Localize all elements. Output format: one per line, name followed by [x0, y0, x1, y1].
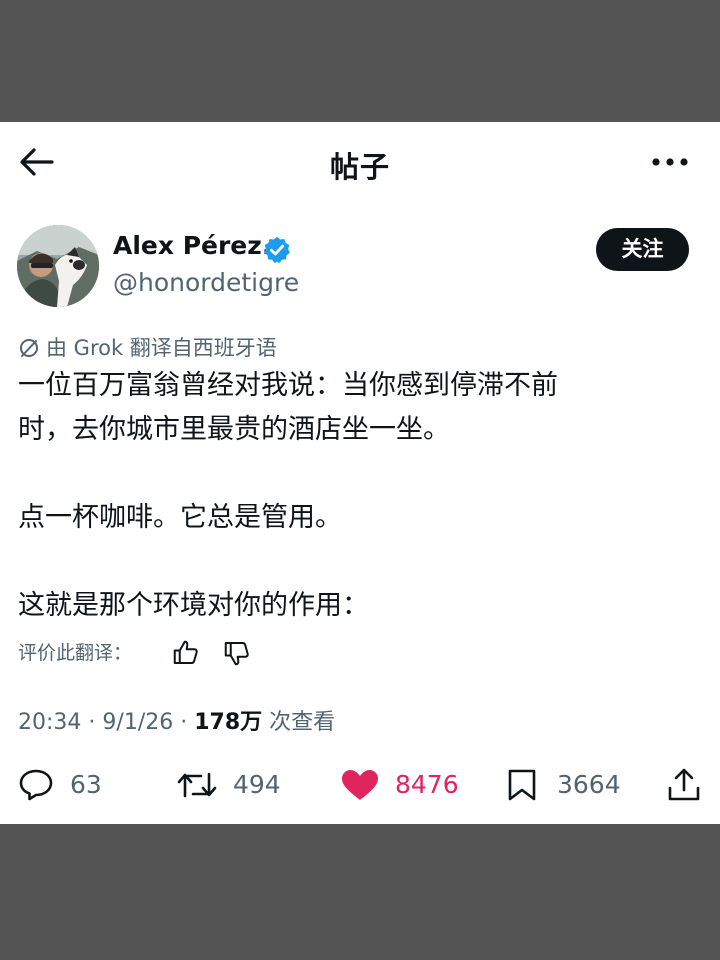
- meta-separator: ·: [88, 710, 103, 735]
- thumbs-down-button[interactable]: [222, 638, 252, 668]
- views-suffix: 次查看: [269, 710, 336, 735]
- retweet-count: 494: [233, 770, 281, 799]
- share-button[interactable]: [666, 762, 706, 808]
- reply-button[interactable]: 63: [18, 762, 118, 808]
- retweet-button[interactable]: 494: [176, 762, 306, 808]
- like-button[interactable]: 8476: [340, 762, 470, 808]
- more-button[interactable]: [648, 146, 692, 178]
- translation-note-text: 由 Grok 翻译自西班牙语: [46, 336, 277, 360]
- post-meta: 20:34 · 9/1/26 · 178万 次查看: [18, 704, 335, 736]
- reply-count: 63: [70, 770, 102, 799]
- views-count[interactable]: 178万: [194, 710, 262, 735]
- tweet-line: 点一杯咖啡。它总是管用。: [18, 502, 342, 533]
- meta-separator: ·: [180, 710, 195, 735]
- post-date[interactable]: 9/1/26: [102, 710, 173, 735]
- tweet-text: 一位百万富翁曾经对我说：当你感到停滞不前 时，去你城市里最贵的酒店坐一坐。 点一…: [18, 366, 698, 630]
- author-handle[interactable]: @honordetigre: [113, 268, 299, 297]
- thumbs-up-button[interactable]: [171, 638, 201, 668]
- like-count: 8476: [395, 770, 459, 799]
- thumbs-up-icon: [173, 640, 198, 664]
- avatar-image: [17, 225, 99, 307]
- grok-icon: [20, 339, 38, 357]
- author-name[interactable]: Alex Pérez.: [113, 231, 271, 260]
- reply-icon: [19, 769, 53, 801]
- verified-icon: [264, 236, 290, 264]
- top-bar: 帖子: [0, 122, 720, 202]
- rate-translation: 评价此翻译：: [18, 638, 249, 668]
- retweet-icon: [177, 772, 217, 798]
- share-icon: [668, 768, 700, 801]
- action-bar: 63 494 8476 3664: [0, 762, 720, 808]
- post-card: 帖子 Alex Pérez. @honordetigre 关注 由 Grok 翻…: [0, 122, 720, 824]
- thumbs-down-icon: [224, 642, 249, 666]
- rate-translation-label: 评价此翻译：: [18, 642, 133, 664]
- heart-icon: [342, 770, 378, 800]
- bookmark-button[interactable]: 3664: [506, 762, 636, 808]
- avatar[interactable]: [17, 225, 99, 307]
- more-icon: [652, 158, 688, 166]
- bookmark-icon: [508, 769, 536, 801]
- tweet-line: 一位百万富翁曾经对我说：当你感到停滞不前: [18, 370, 558, 401]
- follow-button[interactable]: 关注: [596, 228, 689, 271]
- bookmark-count: 3664: [557, 770, 621, 799]
- post-time[interactable]: 20:34: [18, 710, 81, 735]
- tweet-line: 这就是那个环境对你的作用：: [18, 590, 369, 621]
- tweet-line: 时，去你城市里最贵的酒店坐一坐。: [18, 414, 450, 445]
- translation-note[interactable]: 由 Grok 翻译自西班牙语: [18, 332, 277, 360]
- page-title: 帖子: [329, 150, 390, 184]
